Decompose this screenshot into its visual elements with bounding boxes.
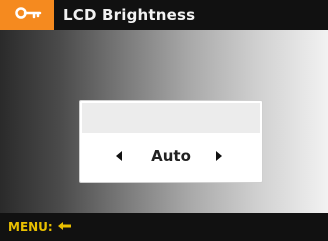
menu-return-hint[interactable]: MENU: [8, 220, 73, 234]
menu-label: MENU: [8, 220, 53, 234]
brightness-value: Auto [151, 147, 191, 165]
brightness-dialog: Auto [79, 100, 263, 183]
page-title: LCD Brightness [63, 6, 196, 24]
dialog-header-strip [82, 103, 260, 133]
right-arrow-button[interactable] [213, 150, 225, 162]
bottom-hint-bar: MENU: [0, 213, 328, 241]
return-icon [53, 220, 73, 234]
left-arrow-button[interactable] [113, 150, 125, 162]
settings-menu-tab[interactable] [0, 0, 54, 30]
brightness-selector[interactable]: Auto [80, 143, 262, 169]
camera-screen: LCD Brightness Auto MENU: [0, 0, 328, 241]
right-arrow-icon [215, 147, 223, 166]
left-arrow-icon [115, 147, 123, 166]
settings-key-icon [12, 4, 42, 26]
title-bar: LCD Brightness [0, 0, 328, 30]
